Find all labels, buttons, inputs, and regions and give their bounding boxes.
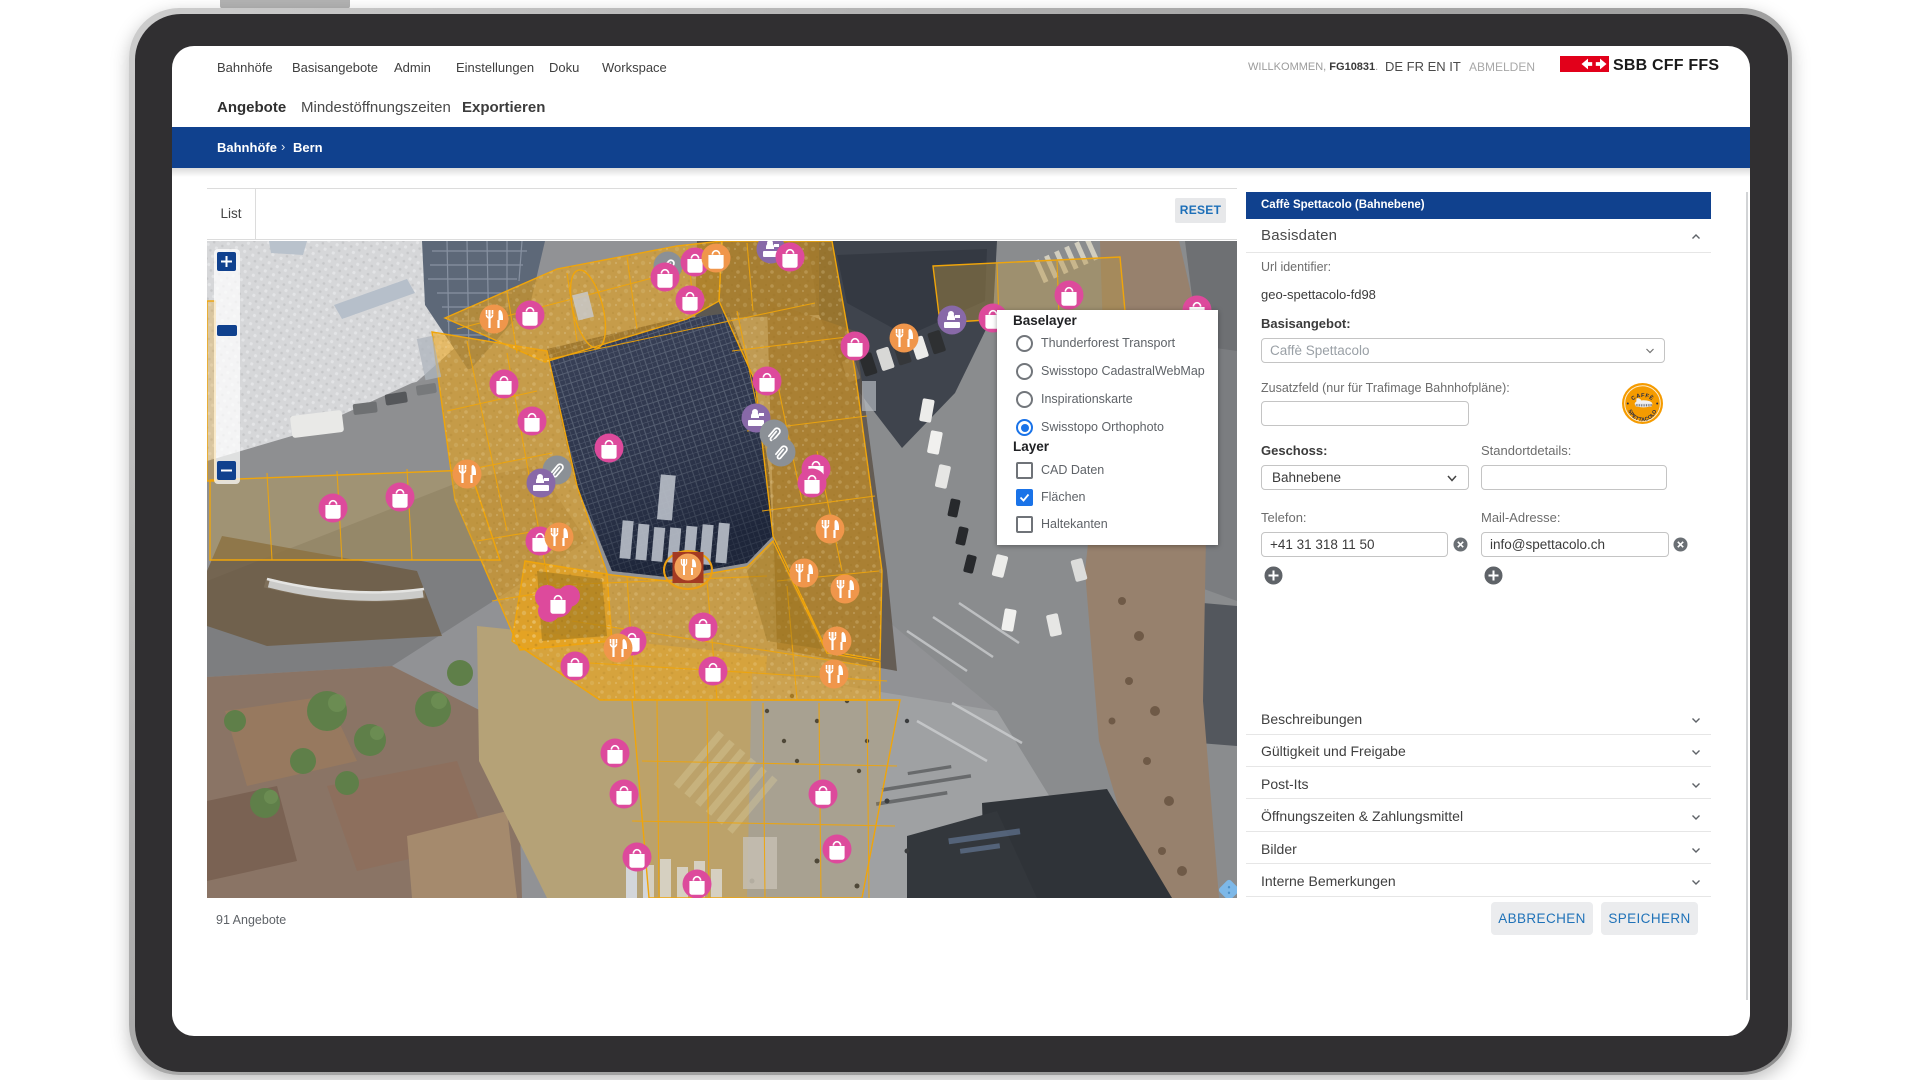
svg-text:SBB CFF FFS: SBB CFF FFS [1613,57,1719,73]
